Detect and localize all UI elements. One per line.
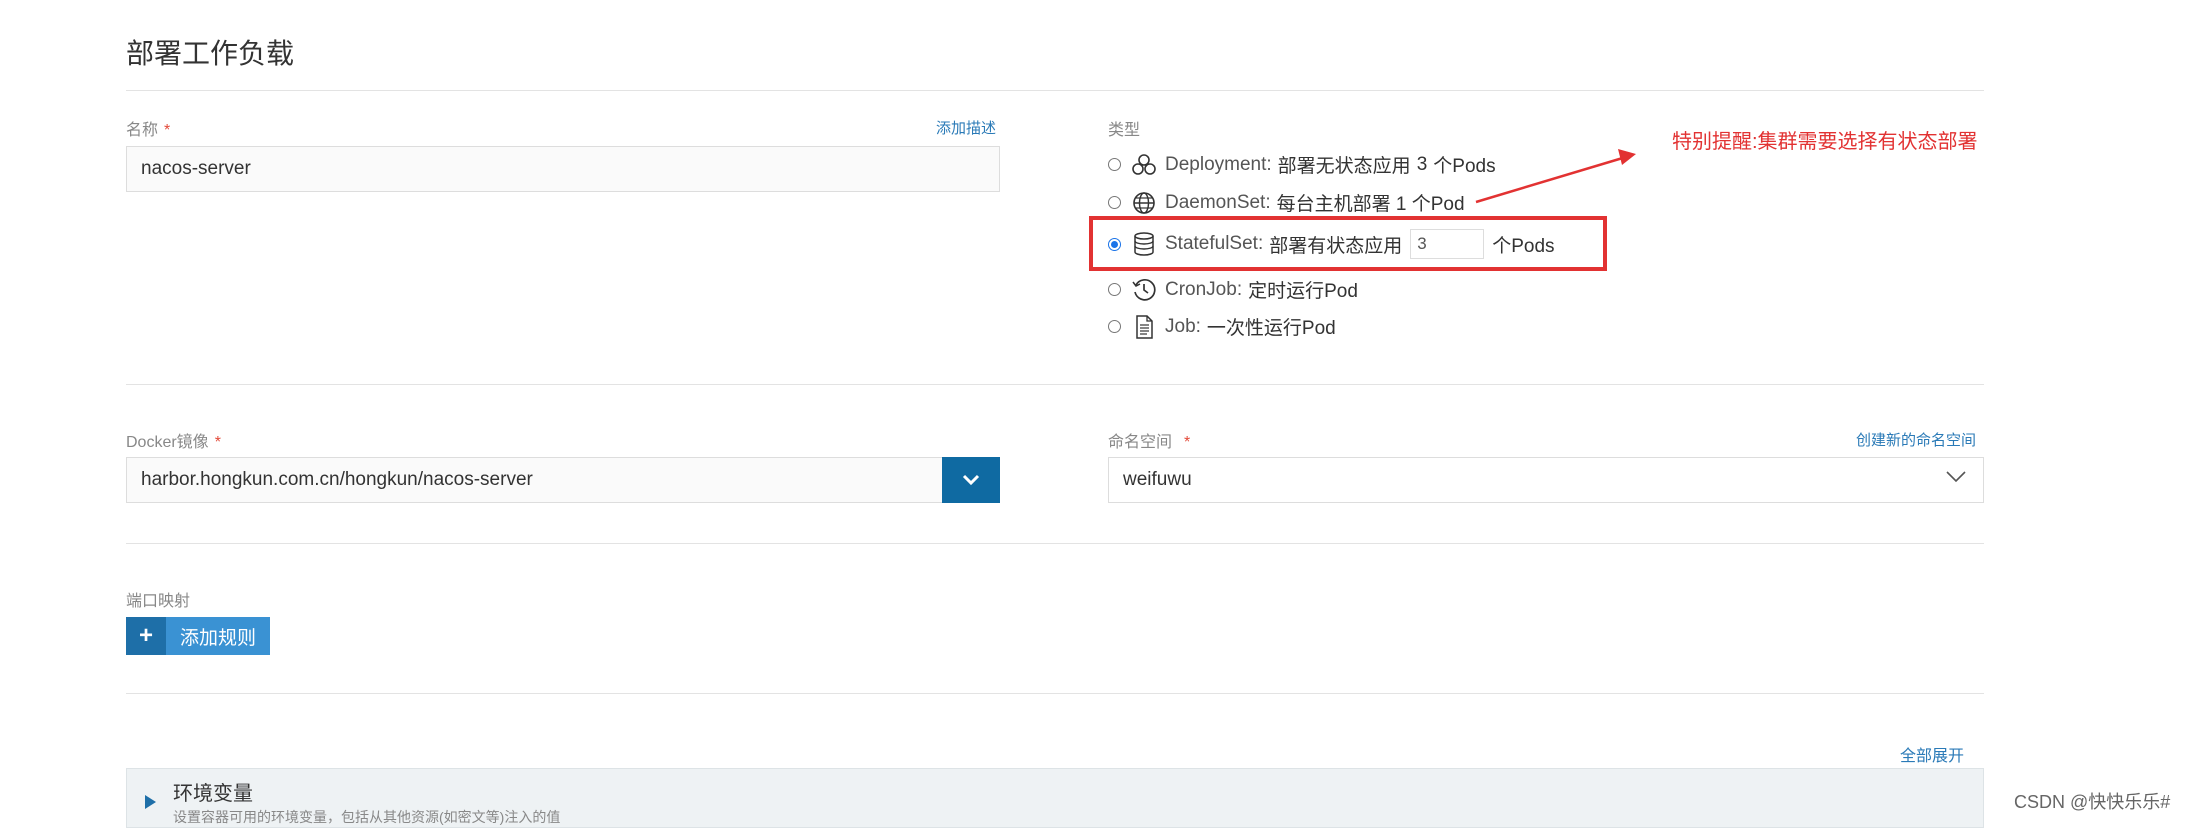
daemonset-radio[interactable] [1108,196,1121,209]
divider [126,693,1984,694]
docker-image-label-text: Docker镜像 [126,434,209,451]
expand-all-link[interactable]: 全部展开 [1900,742,1964,766]
cronjob-name: CronJob: [1165,278,1243,300]
expand-arrow-icon[interactable] [145,795,156,809]
clock-icon [1132,278,1156,301]
annotation-note: 特别提醒:集群需要选择有状态部署 [1672,131,1978,153]
cronjob-radio[interactable] [1108,283,1121,296]
namespace-label-text: 命名空间 [1108,434,1173,451]
add-rule-button[interactable]: + 添加规则 [126,617,271,655]
highlight-box [1089,216,1607,271]
divider [126,90,1984,91]
env-vars-panel[interactable]: 环境变量 设置容器可用的环境变量，包括从其他资源(如密文等)注入的值 [126,768,1984,828]
namespace-select[interactable]: weifuwu [1108,457,1984,503]
env-vars-desc: 设置容器可用的环境变量，包括从其他资源(如密文等)注入的值 [173,809,561,825]
deployment-radio[interactable] [1108,158,1121,171]
type-option-daemonset[interactable]: DaemonSet: 每台主机部署 1 个Pod [1108,189,1465,216]
name-input[interactable]: nacos-server [126,146,1000,192]
globe-icon [1133,191,1155,214]
type-option-cronjob[interactable]: CronJob: 定时运行Pod [1108,276,1358,303]
daemonset-desc: 每台主机部署 1 个Pod [1276,194,1465,215]
namespace-value: weifuwu [1123,469,1192,490]
port-mapping-label: 端口映射 [126,593,191,610]
type-label: 类型 [1108,122,1141,139]
required-mark: * [164,122,171,139]
chevron-down-icon [962,474,980,486]
job-name: Job: [1165,315,1201,337]
create-namespace-link[interactable]: 创建新的命名空间 [1856,429,1976,450]
add-rule-label: 添加规则 [166,617,271,655]
type-option-deployment[interactable]: Deployment: 部署无状态应用 3 个Pods [1108,151,1496,178]
add-description-link[interactable]: 添加描述 [936,117,996,138]
deployment-icon [1132,153,1156,175]
image-dropdown-button[interactable] [942,457,1000,503]
deployment-desc: 部署无状态应用 [1277,156,1411,177]
page-title: 部署工作负载 [126,38,295,69]
job-desc: 一次性运行Pod [1206,318,1336,339]
daemonset-name: DaemonSet: [1165,191,1271,213]
name-input-value: nacos-server [141,158,251,179]
divider [126,543,1984,544]
required-mark: * [214,434,221,451]
watermark: CSDN @快快乐乐# [2014,792,2171,812]
docker-image-value: harbor.hongkun.com.cn/hongkun/nacos-serv… [141,469,533,490]
annotation-arrow-icon [1475,149,1636,204]
divider [126,384,1984,385]
cronjob-desc: 定时运行Pod [1248,281,1358,302]
deployment-name: Deployment: [1165,153,1272,175]
type-option-job[interactable]: Job: 一次性运行Pod [1108,313,1336,340]
chevron-down-icon [1946,471,1966,483]
docker-image-label: Docker镜像 * [126,428,221,452]
namespace-label: 命名空间 * [1108,428,1190,452]
required-mark: * [1184,434,1191,451]
plus-icon: + [126,617,166,655]
deployment-count: 3 [1416,153,1428,175]
env-vars-title: 环境变量 [173,783,253,805]
docker-image-input[interactable]: harbor.hongkun.com.cn/hongkun/nacos-serv… [126,457,944,503]
job-radio[interactable] [1108,320,1121,333]
name-label: 名称 * [126,116,170,140]
name-label-text: 名称 [126,122,159,139]
document-icon [1136,314,1153,339]
